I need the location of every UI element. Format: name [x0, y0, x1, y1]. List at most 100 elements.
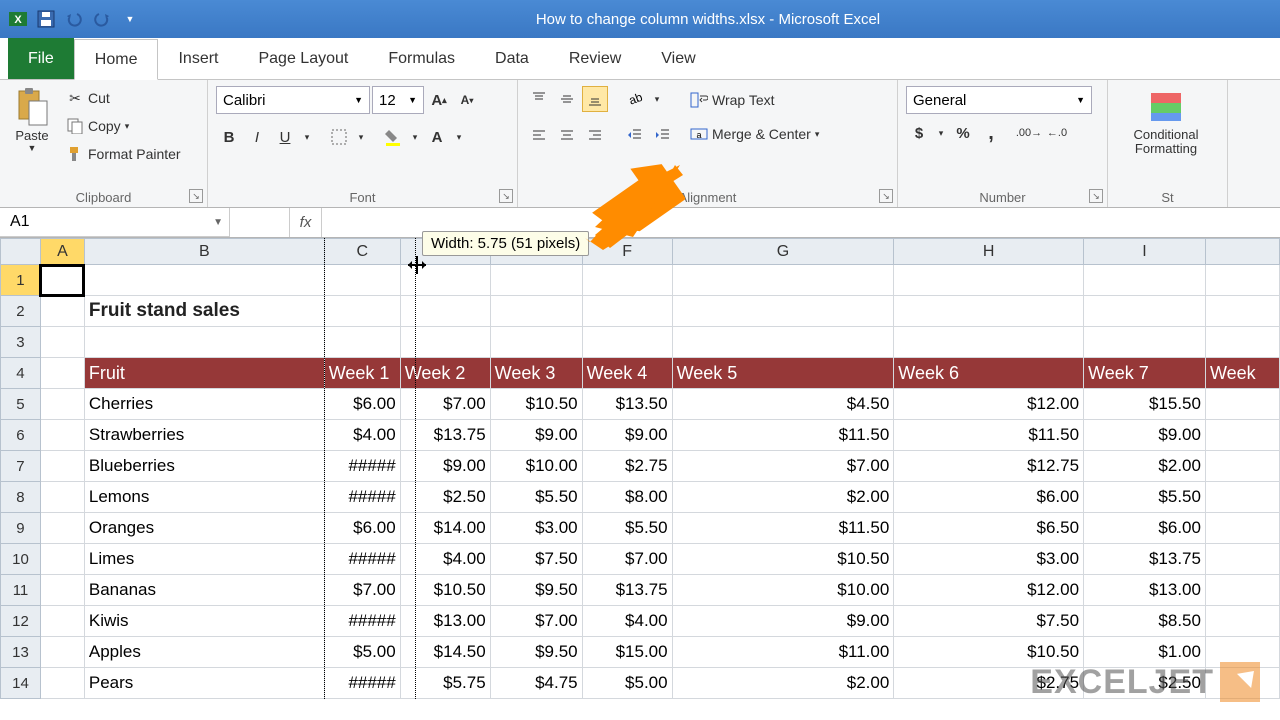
cell-value[interactable]: $10.50: [490, 389, 582, 420]
row-header-9[interactable]: 9: [1, 513, 41, 544]
row-header-7[interactable]: 7: [1, 451, 41, 482]
cell-value[interactable]: $7.00: [582, 544, 672, 575]
cell-fruit[interactable]: Apples: [84, 637, 324, 668]
row-header-4[interactable]: 4: [1, 358, 41, 389]
cell-value[interactable]: $7.50: [490, 544, 582, 575]
cell[interactable]: [672, 265, 894, 296]
cell[interactable]: [1084, 296, 1206, 327]
cell[interactable]: [40, 637, 84, 668]
cell-value[interactable]: $8.00: [582, 482, 672, 513]
cell-value[interactable]: $5.50: [582, 513, 672, 544]
cell[interactable]: [672, 296, 894, 327]
row-header-12[interactable]: 12: [1, 606, 41, 637]
excel-icon[interactable]: X: [6, 7, 30, 31]
number-format-select[interactable]: General▼: [906, 86, 1092, 114]
cell[interactable]: [40, 296, 84, 327]
column-header-B[interactable]: B: [84, 239, 324, 265]
column-header-H[interactable]: H: [894, 239, 1084, 265]
orientation-icon[interactable]: ab: [622, 86, 648, 112]
cell-value[interactable]: [1205, 389, 1279, 420]
cell[interactable]: [894, 265, 1084, 296]
cell-value[interactable]: $12.00: [894, 389, 1084, 420]
cell[interactable]: [1205, 327, 1279, 358]
cell-value[interactable]: $3.00: [490, 513, 582, 544]
table-header[interactable]: Week 6: [894, 358, 1084, 389]
italic-button[interactable]: I: [244, 124, 270, 150]
cell[interactable]: [40, 513, 84, 544]
align-bottom-icon[interactable]: [582, 86, 608, 112]
table-header[interactable]: Week 4: [582, 358, 672, 389]
cell[interactable]: [40, 544, 84, 575]
tab-data[interactable]: Data: [475, 38, 549, 79]
tab-file[interactable]: File: [8, 38, 74, 79]
cell-fruit[interactable]: Cherries: [84, 389, 324, 420]
cell[interactable]: [490, 327, 582, 358]
row-header-8[interactable]: 8: [1, 482, 41, 513]
cell-value[interactable]: $11.50: [672, 513, 894, 544]
row-header-10[interactable]: 10: [1, 544, 41, 575]
cell-value[interactable]: $5.50: [1084, 482, 1206, 513]
column-header-G[interactable]: G: [672, 239, 894, 265]
cell[interactable]: [40, 389, 84, 420]
align-center-icon[interactable]: [554, 122, 580, 148]
row-header-13[interactable]: 13: [1, 637, 41, 668]
cell[interactable]: [490, 296, 582, 327]
cell-value[interactable]: $11.50: [894, 420, 1084, 451]
cell[interactable]: [894, 296, 1084, 327]
column-header-I[interactable]: I: [1084, 239, 1206, 265]
cell[interactable]: [582, 327, 672, 358]
cell-fruit[interactable]: Lemons: [84, 482, 324, 513]
clipboard-launcher[interactable]: ↘: [189, 189, 203, 203]
cell[interactable]: [582, 265, 672, 296]
align-right-icon[interactable]: [582, 122, 608, 148]
cell-value[interactable]: $4.50: [672, 389, 894, 420]
cell[interactable]: [894, 327, 1084, 358]
select-all-corner[interactable]: [1, 239, 41, 265]
cell-value[interactable]: $4.00: [582, 606, 672, 637]
cell-value[interactable]: $9.50: [490, 575, 582, 606]
cell-value[interactable]: $15.00: [582, 637, 672, 668]
cell-value[interactable]: $10.00: [672, 575, 894, 606]
cell[interactable]: [582, 296, 672, 327]
cell-value[interactable]: $12.75: [894, 451, 1084, 482]
tab-page-layout[interactable]: Page Layout: [238, 38, 368, 79]
number-launcher[interactable]: ↘: [1089, 189, 1103, 203]
row-header-5[interactable]: 5: [1, 389, 41, 420]
fill-dropdown[interactable]: ▾: [408, 124, 422, 150]
tab-view[interactable]: View: [641, 38, 715, 79]
increase-indent-icon[interactable]: [650, 122, 676, 148]
cell-value[interactable]: $2.00: [1084, 451, 1206, 482]
font-color-button[interactable]: A: [424, 124, 450, 150]
wrap-text-button[interactable]: Wrap Text: [686, 86, 823, 114]
conditional-formatting-button[interactable]: Conditional Formatting: [1116, 84, 1216, 157]
cell[interactable]: [40, 451, 84, 482]
cell-fruit[interactable]: Oranges: [84, 513, 324, 544]
spreadsheet-grid[interactable]: ABCDEFGHI12Fruit stand sales34FruitWeek …: [0, 238, 1280, 699]
cell-value[interactable]: $6.00: [894, 482, 1084, 513]
table-header[interactable]: Week: [1205, 358, 1279, 389]
cell[interactable]: [40, 327, 84, 358]
undo-icon[interactable]: [62, 7, 86, 31]
tab-insert[interactable]: Insert: [158, 38, 238, 79]
cell[interactable]: [40, 606, 84, 637]
percent-icon[interactable]: %: [950, 120, 976, 146]
row-header-11[interactable]: 11: [1, 575, 41, 606]
row-header-1[interactable]: 1: [1, 265, 41, 296]
cell-value[interactable]: $5.50: [490, 482, 582, 513]
table-header[interactable]: Week 5: [672, 358, 894, 389]
cell-value[interactable]: $9.00: [490, 420, 582, 451]
cell-value[interactable]: $6.50: [894, 513, 1084, 544]
cell-value[interactable]: $5.00: [582, 668, 672, 699]
decrease-font-icon[interactable]: A▾: [454, 87, 480, 113]
sheet-title[interactable]: Fruit stand sales: [84, 296, 324, 327]
orient-dropdown[interactable]: ▾: [650, 86, 664, 112]
cell-value[interactable]: $13.00: [1084, 575, 1206, 606]
cell-value[interactable]: $13.50: [582, 389, 672, 420]
cell[interactable]: [1205, 265, 1279, 296]
cell-value[interactable]: [1205, 420, 1279, 451]
cell-fruit[interactable]: Pears: [84, 668, 324, 699]
cell-fruit[interactable]: Blueberries: [84, 451, 324, 482]
cell[interactable]: [40, 482, 84, 513]
cell-value[interactable]: $8.50: [1084, 606, 1206, 637]
cell-value[interactable]: $7.00: [490, 606, 582, 637]
